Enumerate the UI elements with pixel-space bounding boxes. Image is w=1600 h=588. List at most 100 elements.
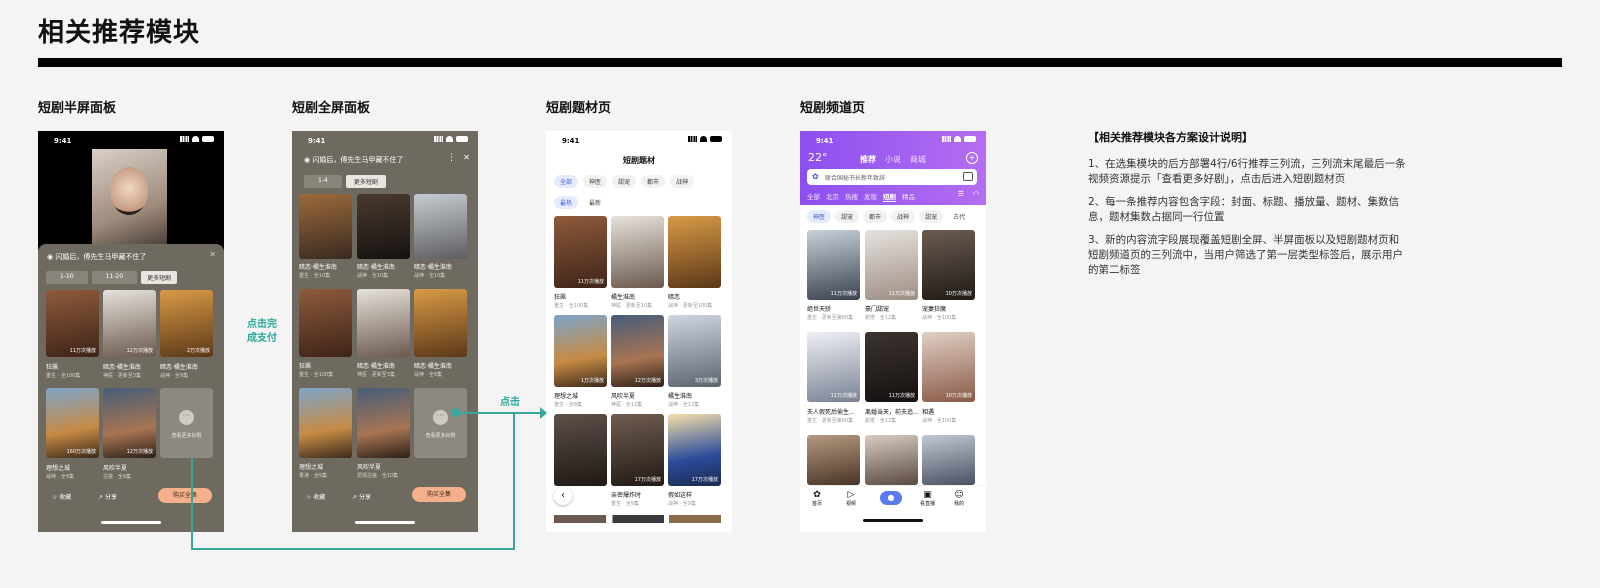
tab-live[interactable]: ▣ 看直播 xyxy=(920,490,935,507)
more-dots-icon: ··· xyxy=(433,410,448,425)
poster-card[interactable]: 1万次播放 xyxy=(554,315,607,387)
chip-all[interactable]: 全部 xyxy=(554,175,579,188)
chip-zhanshen[interactable]: 战神 xyxy=(670,175,695,188)
more-dramas-card[interactable]: ··· 查看更多好剧 xyxy=(414,388,467,458)
chip-zhanshen[interactable]: 战神 xyxy=(891,210,916,223)
poster-card[interactable] xyxy=(611,216,664,288)
tab-video[interactable]: ▷ 视频 xyxy=(846,490,856,507)
panel-close-icon[interactable]: ✕ xyxy=(209,250,216,259)
tab-mine[interactable]: ☺ 我的 xyxy=(954,490,964,507)
search-input[interactable]: 联合国秘书长新年致辞 xyxy=(825,173,885,182)
chip-new[interactable]: 最新 xyxy=(583,196,608,209)
buy-all-button[interactable]: 购买全集 xyxy=(412,487,466,502)
poster-meta: 古装 · 全9集 xyxy=(103,474,131,480)
poster-card[interactable] xyxy=(554,414,607,486)
poster-title: 离婚当天，前夫追... xyxy=(865,409,919,416)
tab-11-20[interactable]: 11-20 xyxy=(91,271,138,284)
flow-arrow-head xyxy=(540,407,547,419)
poster-card[interactable]: 11万次播放 xyxy=(807,230,860,300)
nav-all[interactable]: 全部 xyxy=(807,191,820,202)
hint-pay: 点击完成支付 xyxy=(247,319,277,344)
poster-card[interactable]: 11万次播放 xyxy=(865,230,918,300)
poster-card[interactable]: 11万次播放 xyxy=(807,332,860,402)
design-notes: 【相关推荐模块各方案设计说明】 1、在选集模块的后方部署4行/6行推荐三列流，三… xyxy=(1088,130,1408,286)
poster-meta: 重生 · 更新至第80集 xyxy=(807,418,854,424)
tab-more-dramas[interactable]: 更多短剧 xyxy=(141,271,178,284)
phone-topic-page: 9:41 短剧题材 全部 神医 甜宠 都市 战神 最热 最新 11万次播放 狂飙… xyxy=(546,131,732,532)
menu-icon[interactable]: ☰ xyxy=(958,190,964,198)
status-time: 9:41 xyxy=(54,137,72,145)
buy-all-button[interactable]: 购买全集 xyxy=(158,488,212,503)
poster-card[interactable]: 11万次播放 xyxy=(554,216,607,288)
poster-card[interactable] xyxy=(668,216,721,288)
chip-tianchong[interactable]: 甜宠 xyxy=(612,175,637,188)
share-button[interactable]: ↗ 分享 xyxy=(352,492,371,501)
nav-discover[interactable]: 发现 xyxy=(864,191,877,202)
headphone-icon[interactable]: ◠ xyxy=(973,190,979,198)
camera-icon[interactable] xyxy=(963,172,973,181)
fav-button[interactable]: ☆ 收藏 xyxy=(306,492,325,501)
poster-card[interactable] xyxy=(807,435,860,485)
poster-card[interactable]: 10万次播放 xyxy=(922,332,975,402)
close-icon[interactable]: ✕ xyxy=(463,153,470,162)
chip-dushi[interactable]: 都市 xyxy=(641,175,666,188)
share-button[interactable]: ↗ 分享 xyxy=(98,492,117,501)
nav-beijing[interactable]: 北京 xyxy=(826,191,839,202)
poster-card[interactable] xyxy=(922,435,975,485)
tab-recommend[interactable]: 推荐 xyxy=(860,154,876,165)
poster-card[interactable] xyxy=(414,289,467,357)
poster-card[interactable] xyxy=(357,194,410,259)
more-options-icon[interactable]: ⋮ xyxy=(447,153,456,163)
poster-title: 夫人假死后偷生... xyxy=(807,409,855,416)
poster-card[interactable]: 2万次播放 xyxy=(160,290,213,357)
poster-card[interactable] xyxy=(357,388,410,458)
tab-novel[interactable]: 小说 xyxy=(885,154,901,165)
topic-chips: 全部 神医 甜宠 都市 战神 xyxy=(554,175,695,188)
fav-button[interactable]: ☆ 收藏 xyxy=(52,492,71,501)
poster-card[interactable] xyxy=(865,435,918,485)
poster-card[interactable]: 12万次播放 xyxy=(103,290,156,357)
chip-ancient[interactable]: 古代 xyxy=(947,210,972,223)
tab-more-dramas[interactable]: 更多短剧 xyxy=(345,175,386,188)
hint-click: 点击 xyxy=(500,397,520,408)
poster-card[interactable]: 10万次播放 xyxy=(922,230,975,300)
chip-tianchong-2[interactable]: 甜宠 xyxy=(919,210,944,223)
chip-shenyi[interactable]: 神医 xyxy=(583,175,608,188)
poster-card[interactable]: 17万次播放 xyxy=(611,414,664,486)
poster-card[interactable]: 12万次播放 xyxy=(103,388,156,458)
poster-card[interactable]: 17万次播放 xyxy=(668,414,721,486)
poster-card[interactable]: 11万次播放 xyxy=(865,332,918,402)
poster-meta: 战神 · 全9集 xyxy=(668,501,696,507)
nav-short-drama[interactable]: 短剧 xyxy=(883,191,896,202)
poster-card[interactable]: 11万次播放 xyxy=(46,290,99,357)
poster-title: 暗恋·橘生淮南 xyxy=(299,264,337,271)
poster-card[interactable] xyxy=(414,194,467,259)
poster-meta: 神医 · 更新至3集 xyxy=(103,373,141,379)
chip-shenyi[interactable]: 神医 xyxy=(807,210,832,223)
tab-home[interactable]: ✿ 首页 xyxy=(812,490,822,507)
poster-card[interactable]: 12万次播放 xyxy=(611,315,664,387)
chip-dushi[interactable]: 都市 xyxy=(863,210,888,223)
chip-tianchong[interactable]: 甜宠 xyxy=(835,210,860,223)
tab-mall[interactable]: 商城 xyxy=(910,154,926,165)
nav-hot[interactable]: 热搜 xyxy=(845,191,858,202)
search-box[interactable]: ✿ 联合国秘书长新年致辞 xyxy=(807,169,977,185)
poster-card[interactable] xyxy=(357,289,410,357)
poster-meta: 重生 · 更新至第80集 xyxy=(807,315,854,321)
poster-card[interactable]: 3万次播放 xyxy=(668,315,721,387)
more-dramas-card[interactable]: ··· 查看更多好剧 xyxy=(160,388,213,458)
poster-title: 狂飙 xyxy=(299,363,312,370)
tab-1-4[interactable]: 1-4 xyxy=(304,175,342,188)
chip-hot[interactable]: 最热 xyxy=(554,196,579,209)
poster-card[interactable] xyxy=(299,289,352,357)
back-button[interactable]: ‹ xyxy=(554,487,572,505)
signal-icon xyxy=(942,136,951,142)
poster-card[interactable]: 160万次播放 xyxy=(46,388,99,458)
poster-title: 暗恋·橘生淮南 xyxy=(357,264,395,271)
poster-card[interactable] xyxy=(299,388,352,458)
voice-search-button[interactable]: ● xyxy=(880,491,902,505)
tab-1-10[interactable]: 1-10 xyxy=(46,271,88,284)
poster-card[interactable] xyxy=(299,194,352,259)
add-icon[interactable]: + xyxy=(966,152,978,164)
nav-premium[interactable]: 精品 xyxy=(902,191,915,202)
